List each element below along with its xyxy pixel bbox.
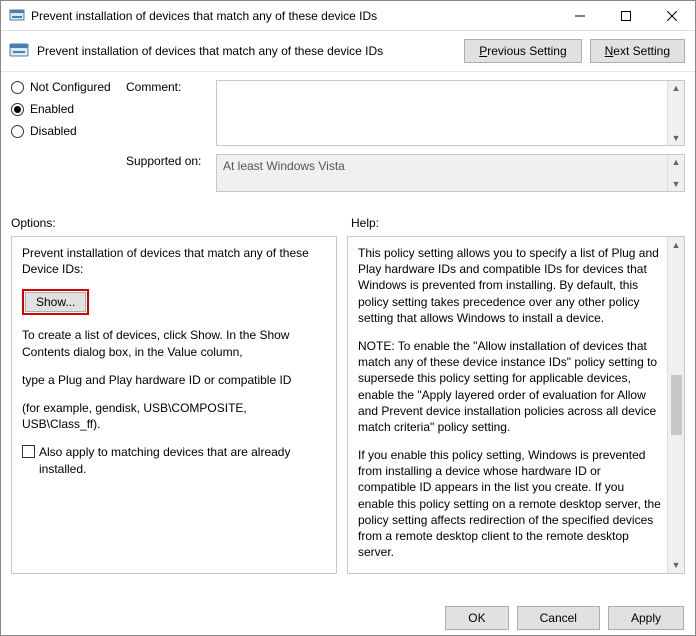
help-text: NOTE: To enable the "Allow installation …	[358, 338, 662, 435]
radio-disabled[interactable]: Disabled	[11, 124, 126, 138]
scrollbar[interactable]: ▲▼	[667, 81, 684, 145]
app-icon	[9, 8, 25, 24]
cancel-button[interactable]: Cancel	[517, 606, 600, 630]
help-pane: This policy setting allows you to specif…	[347, 236, 685, 574]
help-text: If you disable or do not configure this …	[358, 572, 662, 574]
options-heading: Options:	[11, 204, 345, 236]
supported-on-value: At least Windows Vista ▲▼	[216, 154, 685, 192]
show-button-highlight: Show...	[22, 289, 89, 315]
previous-setting-button[interactable]: Previous Setting	[464, 39, 581, 63]
title-bar: Prevent installation of devices that mat…	[1, 1, 695, 31]
radio-not-configured[interactable]: Not Configured	[11, 80, 126, 94]
scroll-up-icon: ▲	[672, 83, 681, 93]
comment-label: Comment:	[126, 80, 216, 94]
also-apply-label: Also apply to matching devices that are …	[39, 444, 326, 476]
help-scrollbar[interactable]: ▲ ▼	[667, 237, 684, 573]
ok-button[interactable]: OK	[445, 606, 508, 630]
apply-button[interactable]: Apply	[608, 606, 684, 630]
header-toolbar: Prevent installation of devices that mat…	[1, 31, 695, 72]
supported-on-label: Supported on:	[126, 154, 216, 168]
header-caption: Prevent installation of devices that mat…	[37, 44, 456, 58]
policy-icon	[9, 41, 29, 61]
state-radio-group: Not Configured Enabled Disabled	[11, 80, 126, 146]
help-heading: Help:	[345, 204, 685, 236]
scrollbar: ▲▼	[667, 155, 684, 191]
radio-enabled[interactable]: Enabled	[11, 102, 126, 116]
options-pane-heading: Prevent installation of devices that mat…	[22, 245, 326, 277]
options-pane: Prevent installation of devices that mat…	[11, 236, 337, 574]
options-text: To create a list of devices, click Show.…	[22, 327, 326, 359]
scroll-down-icon: ▼	[672, 179, 681, 189]
options-text: type a Plug and Play hardware ID or comp…	[22, 372, 326, 388]
maximize-button[interactable]	[603, 1, 649, 31]
minimize-button[interactable]	[557, 1, 603, 31]
help-text: This policy setting allows you to specif…	[358, 245, 662, 326]
also-apply-checkbox-row[interactable]: Also apply to matching devices that are …	[22, 444, 326, 476]
help-text: If you enable this policy setting, Windo…	[358, 447, 662, 560]
show-button[interactable]: Show...	[25, 292, 86, 312]
also-apply-checkbox[interactable]	[22, 445, 35, 458]
options-text: (for example, gendisk, USB\COMPOSITE, US…	[22, 400, 326, 432]
scroll-thumb[interactable]	[671, 375, 682, 435]
scroll-down-icon: ▼	[672, 559, 681, 571]
scroll-up-icon: ▲	[672, 157, 681, 167]
next-setting-button[interactable]: Next Setting	[590, 39, 685, 63]
dialog-footer: OK Cancel Apply	[445, 606, 684, 630]
scroll-up-icon: ▲	[672, 239, 681, 251]
comment-textarea[interactable]: ▲▼	[216, 80, 685, 146]
window-title: Prevent installation of devices that mat…	[31, 9, 557, 23]
close-button[interactable]	[649, 1, 695, 31]
scroll-down-icon: ▼	[672, 133, 681, 143]
